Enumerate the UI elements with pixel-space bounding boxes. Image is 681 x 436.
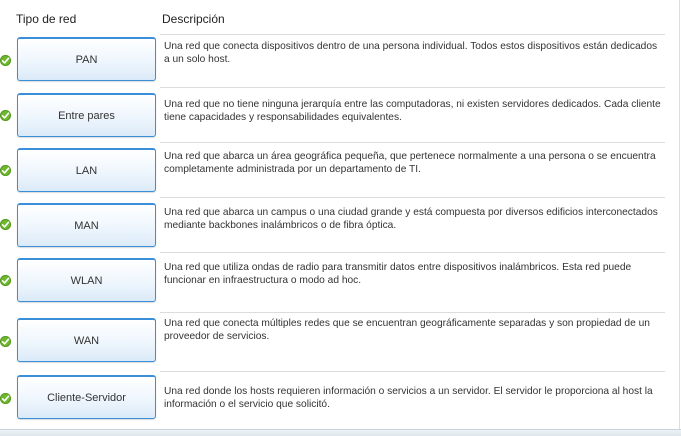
network-description: Una red que abarca un campus o una ciuda… xyxy=(164,207,658,231)
row-divider xyxy=(160,87,665,88)
row-divider xyxy=(160,197,665,198)
row-divider xyxy=(160,34,665,35)
row-divider xyxy=(160,252,665,253)
check-icon xyxy=(0,165,11,176)
network-description: Una red que no tiene ninguna jerarquía e… xyxy=(164,99,661,123)
row-divider xyxy=(160,142,665,143)
network-type-card[interactable]: LAN xyxy=(17,148,156,192)
table-header: Tipo de red Descripción xyxy=(0,12,681,28)
column-header-type: Tipo de red xyxy=(16,12,77,26)
network-description: Una red que utiliza ondas de radio para … xyxy=(164,262,632,286)
network-type-card[interactable]: WAN xyxy=(17,318,156,362)
network-description: Una red que conecta múltiples redes que … xyxy=(164,318,650,342)
row-divider xyxy=(160,312,665,313)
network-type-card[interactable]: MAN xyxy=(17,203,156,247)
check-icon xyxy=(0,275,11,286)
column-header-description: Descripción xyxy=(162,12,225,26)
check-icon xyxy=(0,219,11,230)
network-description: Una red que abarca un área geográfica pe… xyxy=(164,151,656,175)
check-icon xyxy=(0,55,11,66)
network-type-card[interactable]: PAN xyxy=(17,37,156,81)
network-description: Una red donde los hosts requieren inform… xyxy=(164,386,653,410)
network-type-card[interactable]: Cliente-Servidor xyxy=(17,375,156,419)
check-icon xyxy=(0,336,11,347)
check-icon xyxy=(0,393,11,404)
check-icon xyxy=(0,110,11,121)
network-type-card[interactable]: Entre pares xyxy=(17,93,156,137)
network-description: Una red que conecta dispositivos dentro … xyxy=(164,41,658,65)
row-divider xyxy=(160,371,665,372)
network-type-card[interactable]: WLAN xyxy=(17,258,156,302)
